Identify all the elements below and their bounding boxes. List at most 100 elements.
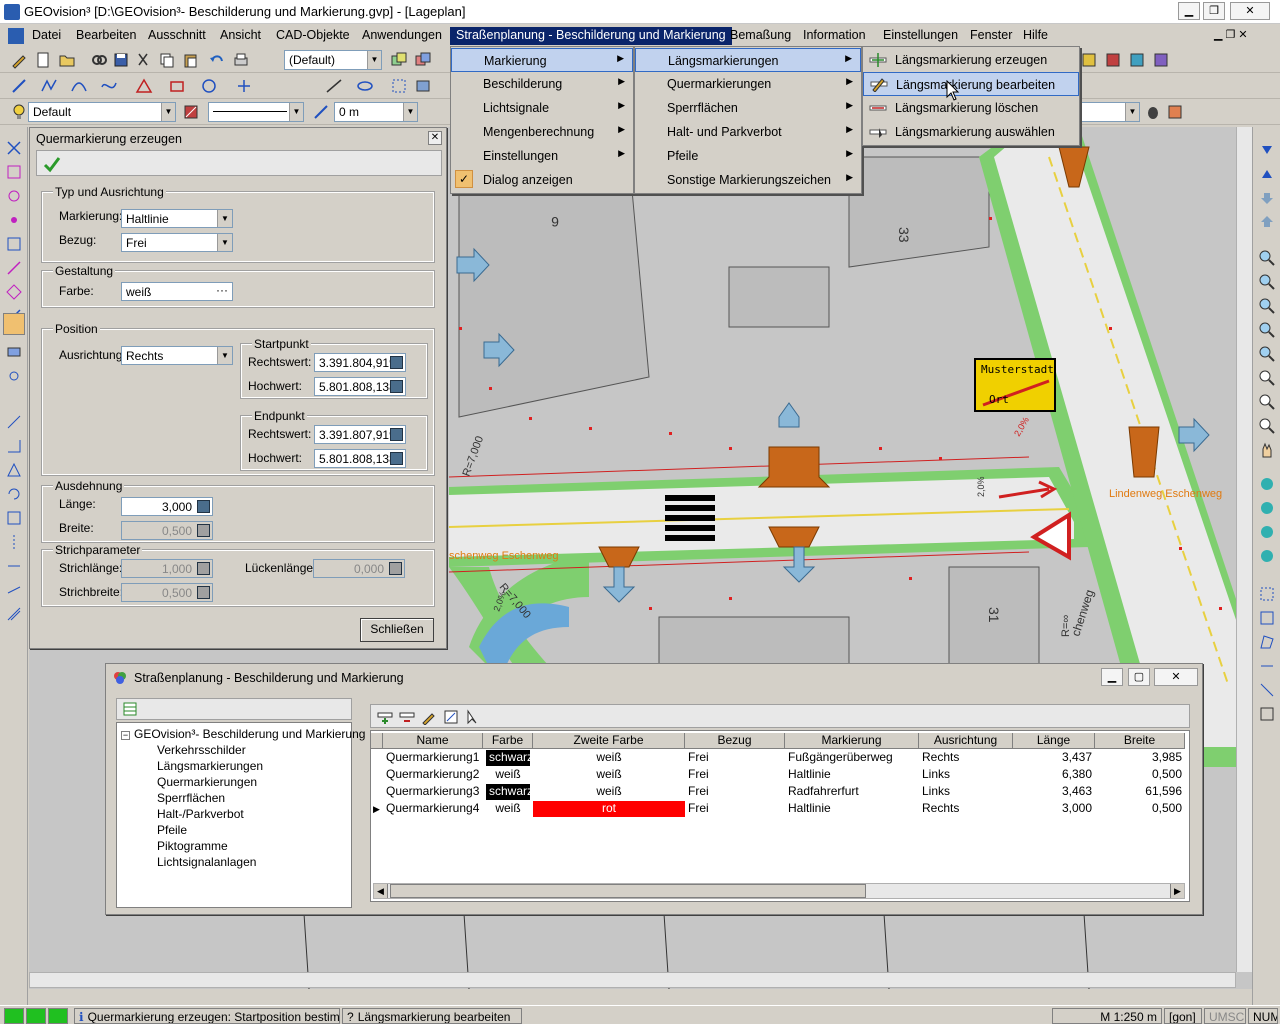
select-layer-icon[interactable] [1258, 705, 1276, 723]
table-row[interactable]: Quermarkierung2 weiß weiß Frei Haltlinie… [371, 767, 1185, 784]
zoom-in-icon[interactable] [1258, 249, 1276, 267]
tree-item[interactable]: Verkehrsschilder [157, 743, 246, 757]
delete-row-icon[interactable] [399, 709, 415, 725]
trim-icon[interactable] [5, 557, 23, 575]
menuitem-pfeile[interactable]: Pfeile ▶ [635, 144, 861, 168]
table-row[interactable]: Quermarkierung3 schwarz weiß Frei Radfah… [371, 784, 1185, 801]
pencil-icon[interactable] [10, 51, 28, 69]
print-icon[interactable] [232, 51, 250, 69]
menu-hilfe[interactable]: Hilfe [1017, 27, 1054, 45]
column-header[interactable]: Farbe [483, 733, 533, 749]
center-tool-icon[interactable] [5, 211, 23, 229]
start-rechtswert-field[interactable]: 3.391.804,919 [314, 353, 406, 372]
circle-tool-icon[interactable] [200, 77, 218, 95]
grid-horizontal-scrollbar[interactable]: ◀ ▶ [373, 883, 1185, 899]
view-combo[interactable]: ▼ [1080, 102, 1140, 122]
mdi-controls[interactable]: ▁ ❐ ✕ [1214, 28, 1248, 41]
layer-filter-icon[interactable] [1128, 51, 1146, 69]
markierung-select[interactable]: Haltlinie ▼ [121, 209, 233, 228]
column-header[interactable]: Ausrichtung [919, 733, 1013, 749]
zoom-extents-icon[interactable] [1258, 369, 1276, 387]
rectangle-tool-icon[interactable] [168, 77, 186, 95]
mirror-icon[interactable] [5, 533, 23, 551]
calculator-icon[interactable] [390, 356, 403, 369]
paste-icon[interactable] [182, 51, 200, 69]
map-horizontal-scrollbar[interactable] [29, 972, 1236, 988]
layer-combo[interactable]: Default ▼ [28, 102, 176, 122]
offset-icon[interactable] [312, 103, 330, 121]
new-file-icon[interactable] [34, 51, 52, 69]
tree-root[interactable]: − GEOvision³- Beschilderung und Markierun… [121, 727, 365, 741]
hatch-tool-icon[interactable] [414, 77, 432, 95]
menu-anwendungen[interactable]: Anwendungen [356, 27, 448, 45]
measure-tool-icon[interactable] [325, 77, 343, 95]
zoom-realtime-icon[interactable] [1258, 393, 1276, 411]
measure-distance-icon[interactable] [5, 413, 23, 431]
add-row-icon[interactable] [377, 709, 393, 725]
restore-button[interactable]: ❐ [1203, 2, 1225, 20]
regen-icon[interactable] [1258, 499, 1276, 517]
rotate-icon[interactable] [5, 485, 23, 503]
line-tool-icon[interactable] [10, 77, 28, 95]
menuitem-sperrflaechen[interactable]: Sperrflächen ▶ [635, 96, 861, 120]
scroll-up-icon[interactable] [1258, 165, 1276, 183]
table-row[interactable]: Quermarkierung1 schwarz weiß Frei Fußgän… [371, 750, 1185, 767]
curve-tool-icon[interactable] [100, 77, 118, 95]
table-row[interactable]: ▶ Quermarkierung4 weiß rot Frei Haltlini… [371, 801, 1185, 818]
splitter[interactable] [352, 698, 362, 908]
measure-angle-icon[interactable] [5, 437, 23, 455]
calculator-icon[interactable] [390, 428, 403, 441]
close-button[interactable]: ✕ [1154, 668, 1198, 686]
menu-cad-objekte[interactable]: CAD-Objekte [270, 27, 356, 45]
menuitem-laengsmarkierung-bearbeiten[interactable]: Längsmarkierung bearbeiten [863, 72, 1079, 96]
ellipse-tool-icon[interactable] [356, 77, 374, 95]
checkmark-icon[interactable] [43, 155, 61, 173]
layer-icon[interactable] [1080, 51, 1098, 69]
scroll-down-icon[interactable] [1258, 141, 1276, 159]
schliessen-button[interactable]: Schließen [360, 618, 434, 642]
zoom-out-icon[interactable] [1258, 273, 1276, 291]
polyline-tool-icon[interactable] [40, 77, 58, 95]
zoom-previous-icon[interactable] [1258, 345, 1276, 363]
pan-down-icon[interactable] [1258, 189, 1276, 207]
tree-item[interactable]: Lichtsignalanlagen [157, 855, 256, 869]
tree-item[interactable]: Längsmarkierungen [157, 759, 263, 773]
tree-item[interactable]: Sperrflächen [157, 791, 225, 805]
offset-tool-icon[interactable] [5, 605, 23, 623]
export-icon[interactable] [443, 709, 459, 725]
menu-fenster[interactable]: Fenster [964, 27, 1018, 45]
laenge-field[interactable]: 3,000 [121, 497, 213, 516]
globe-icon[interactable] [1258, 547, 1276, 565]
table-icon[interactable] [123, 702, 137, 716]
select-window-icon[interactable] [1258, 609, 1276, 627]
select-fence-icon[interactable] [1258, 657, 1276, 675]
column-header[interactable]: Bezug [685, 733, 785, 749]
menuitem-laengsmarkierung-auswaehlen[interactable]: Längsmarkierung auswählen [863, 120, 1079, 144]
select-polygon-icon[interactable] [1258, 633, 1276, 651]
menuitem-lichtsignale[interactable]: Lichtsignale ▶ [451, 96, 633, 120]
copy-icon[interactable] [158, 51, 176, 69]
layer-move-icon[interactable] [414, 51, 432, 69]
menu-datei[interactable]: Datei [26, 27, 67, 45]
zoom-window-icon[interactable] [1258, 297, 1276, 315]
tree-item[interactable]: Piktogramme [157, 839, 228, 853]
menuitem-halt-parkverbot[interactable]: Halt- und Parkverbot ▶ [635, 120, 861, 144]
zoom-center-icon[interactable] [1258, 417, 1276, 435]
menuitem-laengsmarkierung-loeschen[interactable]: Längsmarkierung löschen [863, 96, 1079, 120]
hand-pan-icon[interactable] [1258, 441, 1276, 459]
menu-strassenplanung[interactable]: Straßenplanung - Beschilderung und Marki… [450, 27, 732, 45]
map-vertical-scrollbar[interactable] [1236, 127, 1252, 972]
bezug-select[interactable]: Frei ▼ [121, 233, 233, 252]
menu-bemassung[interactable]: Bemaßung [724, 27, 797, 45]
calculator-icon[interactable] [390, 452, 403, 465]
layer-snap-icon[interactable] [5, 343, 23, 361]
snap-tool-icon[interactable] [235, 77, 253, 95]
measure-area-icon[interactable] [5, 461, 23, 479]
zoom-all-icon[interactable] [1258, 321, 1276, 339]
farbe-field[interactable]: weiß ··· [121, 282, 233, 301]
layer-lock-icon[interactable] [1152, 51, 1170, 69]
column-header[interactable]: Markierung [785, 733, 919, 749]
deselect-icon[interactable] [1258, 681, 1276, 699]
active-snap-icon[interactable] [3, 313, 25, 335]
link-icon[interactable] [90, 51, 108, 69]
